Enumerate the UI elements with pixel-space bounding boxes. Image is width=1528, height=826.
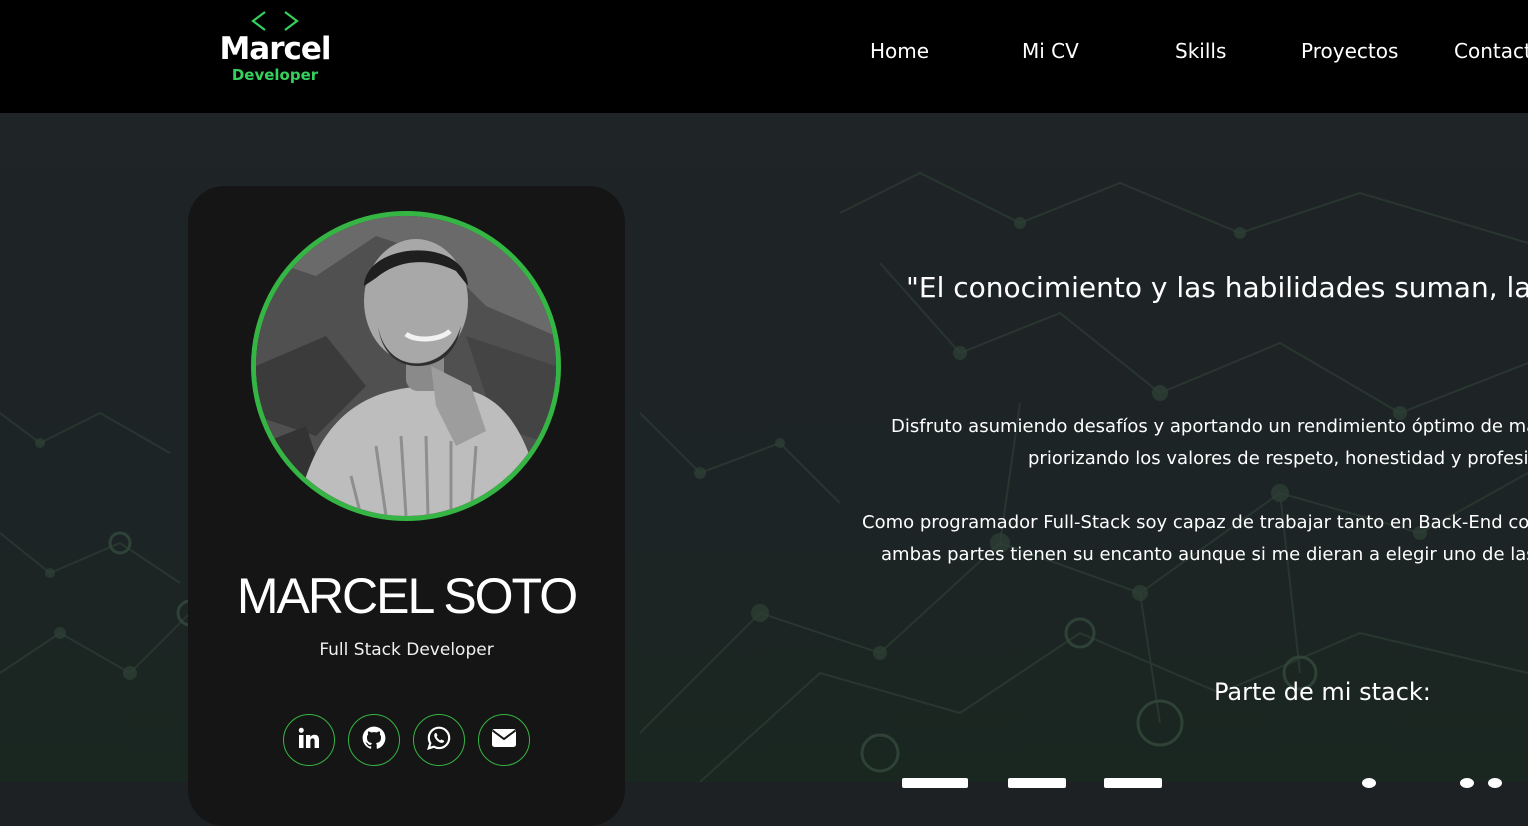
stack-logo [1460,778,1474,788]
profile-name: MARCEL SOTO [236,568,578,624]
profile-photo [251,211,561,521]
stack-logo [1488,778,1502,788]
email-button[interactable] [478,714,530,766]
github-button[interactable] [348,714,400,766]
social-links [283,714,533,766]
code-brackets-icon [214,8,336,32]
about-paragraph-1-line-1: Disfruto asumiendo desafíos y aportando … [891,416,1528,437]
stack-logo [1104,778,1162,788]
whatsapp-button[interactable] [413,714,465,766]
nav-proyectos[interactable]: Proyectos [1301,38,1398,64]
nav-contact[interactable]: Contact [1454,38,1528,64]
nav-home[interactable]: Home [870,38,929,64]
logo-role: Developer [231,66,319,84]
github-icon [361,725,387,755]
top-navigation-bar: Marcel Developer Home Mi CV Skills Proye… [0,0,1528,113]
stack-logo [1008,778,1066,788]
stack-logos-row [0,775,1528,788]
main-nav: Home Mi CV Skills Proyectos Contact [0,38,1528,64]
stack-title: Parte de mi stack: [1214,678,1431,706]
about-quote: "El conocimiento y las habilidades suman… [906,271,1528,304]
about-paragraph-2-line-1: Como programador Full-Stack soy capaz de… [862,512,1528,533]
linkedin-button[interactable] [283,714,335,766]
nav-skills[interactable]: Skills [1175,38,1226,64]
envelope-icon [491,727,517,753]
whatsapp-icon [426,725,452,755]
profile-card: MARCEL SOTO Full Stack Developer [188,186,625,826]
stack-logo [902,778,968,788]
linkedin-icon [297,726,321,754]
about-paragraph-2-line-2: ambas partes tienen su encanto aunque si… [881,544,1528,565]
about-paragraph-1-line-2: priorizando los valores de respeto, hone… [1028,448,1528,469]
stack-logo [1362,778,1376,788]
profile-role: Full Stack Developer [319,640,494,660]
nav-mi-cv[interactable]: Mi CV [1022,38,1079,64]
